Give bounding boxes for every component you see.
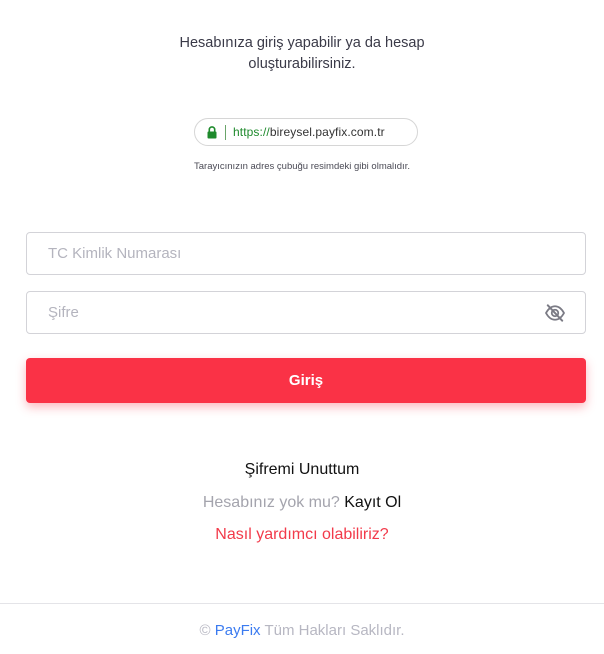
tc-kimlik-field[interactable] bbox=[26, 232, 586, 275]
intro-line-1: Hesabınıza giriş yapabilir ya da hesap bbox=[179, 35, 425, 51]
intro-line-2: oluşturabilirsiniz. bbox=[248, 56, 356, 72]
help-row: Nasıl yardımcı olabiliriz? bbox=[0, 525, 604, 545]
url-domain: bireysel.payfix.com.tr bbox=[269, 125, 385, 139]
footer: © PayFix Tüm Hakları Saklıdır. bbox=[0, 622, 604, 639]
forgot-row: Şifremi Unuttum bbox=[0, 460, 604, 480]
lock-icon bbox=[207, 125, 217, 138]
login-button[interactable]: Giriş bbox=[26, 358, 586, 403]
copyright-symbol: © bbox=[199, 622, 211, 639]
no-account-text: Hesabınız yok mu? bbox=[202, 494, 340, 511]
address-bar-separator bbox=[225, 124, 226, 140]
address-bar-hint: Tarayıcınızın adres çubuğu resimdeki gib… bbox=[194, 161, 410, 172]
footer-divider bbox=[0, 603, 604, 604]
help-link[interactable]: Nasıl yardımcı olabiliriz? bbox=[215, 526, 388, 543]
password-field[interactable] bbox=[26, 291, 586, 334]
register-row: Hesabınız yok mu? Kayıt Ol bbox=[0, 493, 604, 513]
tc-kimlik-input[interactable] bbox=[27, 233, 585, 274]
intro-text: Hesabınıza giriş yapabilir ya da hesap o… bbox=[0, 33, 604, 75]
forgot-password-link[interactable]: Şifremi Unuttum bbox=[245, 460, 360, 480]
rights-text: Tüm Hakları Saklıdır. bbox=[264, 622, 405, 639]
register-link[interactable]: Kayıt Ol bbox=[344, 494, 401, 511]
eye-slash-icon[interactable] bbox=[544, 304, 566, 322]
url-protocol: https:// bbox=[233, 125, 270, 139]
address-bar-example: https://bireysel.payfix.com.tr bbox=[194, 118, 418, 146]
address-bar-url: https://bireysel.payfix.com.tr bbox=[233, 125, 385, 139]
brand-name: PayFix bbox=[214, 622, 261, 639]
password-input[interactable] bbox=[27, 292, 585, 333]
